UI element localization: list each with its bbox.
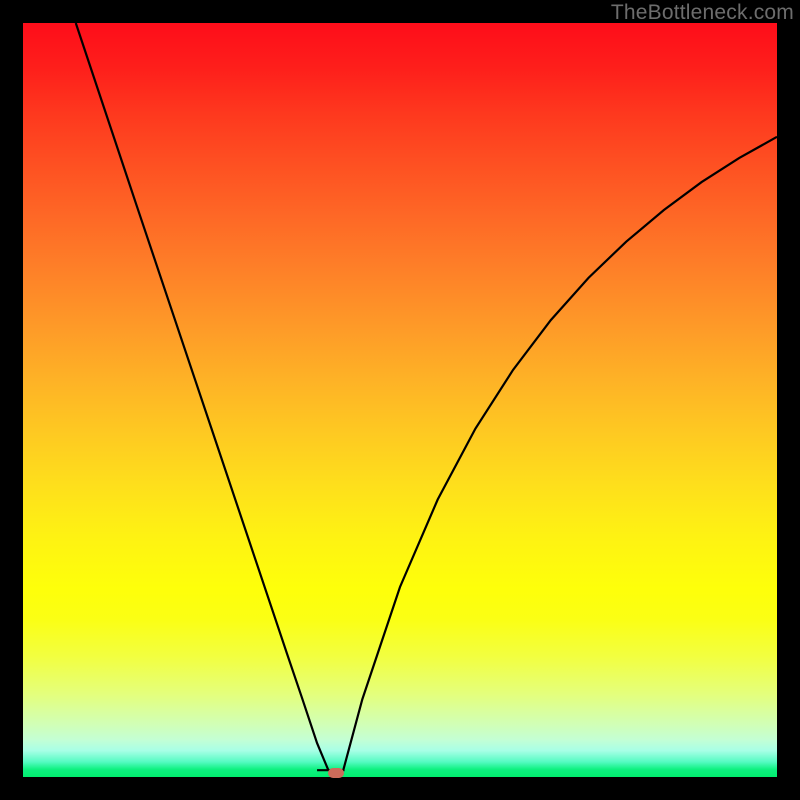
bottleneck-curve — [23, 23, 777, 777]
watermark-text: TheBottleneck.com — [611, 1, 794, 25]
curve-path — [76, 23, 777, 770]
minimum-marker — [328, 768, 344, 778]
